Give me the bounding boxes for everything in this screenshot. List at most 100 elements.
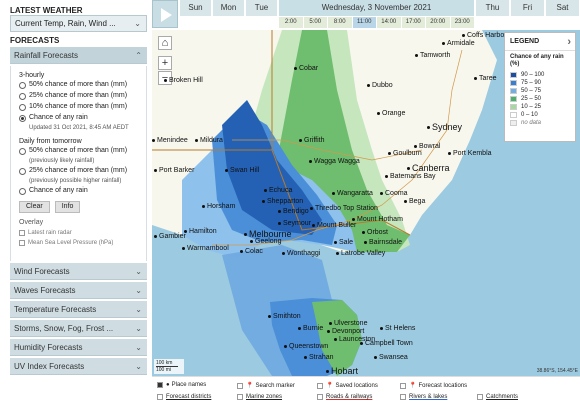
hour-tab[interactable]: 8:00 bbox=[328, 17, 353, 28]
play-button[interactable] bbox=[152, 0, 178, 28]
place-label[interactable]: Smithton bbox=[268, 313, 301, 320]
place-label[interactable]: Wangaratta bbox=[332, 190, 373, 197]
place-label[interactable]: Taree bbox=[474, 75, 497, 82]
place-label[interactable]: Swansea bbox=[374, 354, 408, 361]
place-label-major[interactable]: Hobart bbox=[326, 366, 358, 376]
place-label[interactable]: Mount Hotham bbox=[352, 216, 403, 223]
place-label[interactable]: Bendigo bbox=[278, 208, 309, 215]
wind-forecasts-header[interactable]: Wind Forecasts ⌄ bbox=[10, 263, 147, 280]
hour-tab[interactable]: 20:00 bbox=[426, 17, 451, 28]
checkbox-icon[interactable] bbox=[19, 240, 25, 246]
place-label[interactable]: Orange bbox=[377, 110, 405, 117]
place-label[interactable]: Horsham bbox=[202, 203, 235, 210]
daily-option[interactable]: Chance of any rain bbox=[19, 187, 142, 198]
place-label[interactable]: Wagga Wagga bbox=[309, 158, 360, 165]
checkbox-icon[interactable] bbox=[237, 394, 243, 400]
place-label[interactable]: Campbell Town bbox=[360, 340, 413, 347]
home-button[interactable]: ⌂ bbox=[158, 36, 172, 50]
hour-tab-selected[interactable]: 11:00 bbox=[352, 17, 377, 28]
radio-icon[interactable] bbox=[19, 148, 26, 155]
daily-option[interactable]: 25% chance of more than (mm) bbox=[19, 167, 142, 178]
radio-icon[interactable] bbox=[19, 168, 26, 175]
place-label[interactable]: Menindee bbox=[152, 137, 188, 144]
storms-forecasts-header[interactable]: Storms, Snow, Fog, Frost ... ⌄ bbox=[10, 320, 147, 337]
checkbox-icon[interactable] bbox=[19, 230, 25, 236]
checkbox-icon[interactable] bbox=[317, 382, 323, 389]
place-label[interactable]: Shepparton bbox=[262, 198, 303, 205]
place-label[interactable]: Swan Hill bbox=[225, 167, 259, 174]
place-label-major[interactable]: Canberra bbox=[407, 163, 450, 173]
place-label[interactable]: Goulburn bbox=[388, 150, 422, 157]
radio-icon[interactable] bbox=[19, 82, 26, 89]
place-label[interactable]: Batemans Bay bbox=[385, 173, 436, 180]
place-label[interactable]: Queenstown bbox=[284, 343, 328, 350]
checkbox-icon[interactable] bbox=[400, 394, 406, 400]
place-label[interactable]: Hamilton bbox=[184, 228, 217, 235]
place-label[interactable]: St Helens bbox=[380, 325, 415, 332]
latest-weather-dropdown[interactable]: Current Temp, Rain, Wind ... ⌄ bbox=[10, 15, 147, 32]
toggle-rivers-lakes[interactable]: Rivers & lakes bbox=[400, 394, 447, 400]
place-label[interactable]: Bowral bbox=[414, 143, 440, 150]
uv-index-forecasts-header[interactable]: UV Index Forecasts ⌄ bbox=[10, 358, 147, 375]
three-hourly-option[interactable]: 50% chance of more than (mm) bbox=[19, 81, 142, 92]
toggle-search-marker[interactable]: 📍 Search marker bbox=[237, 382, 295, 389]
toggle-roads-railways[interactable]: Roads & railways bbox=[317, 394, 372, 400]
place-label[interactable]: Cooma bbox=[380, 190, 408, 197]
place-label[interactable]: Broken Hill bbox=[164, 77, 203, 84]
checkbox-checked-icon[interactable] bbox=[157, 382, 163, 388]
chevron-right-icon[interactable]: › bbox=[567, 33, 571, 51]
hour-tab[interactable]: 14:00 bbox=[377, 17, 402, 28]
place-label[interactable]: Orbost bbox=[362, 229, 388, 236]
toggle-saved-locations[interactable]: 📍 Saved locations bbox=[317, 382, 378, 389]
info-button[interactable]: Info bbox=[54, 201, 81, 213]
place-label[interactable]: Wonthaggi bbox=[282, 250, 320, 257]
place-label[interactable]: Colac bbox=[240, 248, 263, 255]
place-label[interactable]: Gambier bbox=[154, 233, 186, 240]
place-label[interactable]: Armidale bbox=[442, 40, 475, 47]
place-label[interactable]: Warrnambool bbox=[182, 245, 229, 252]
toggle-forecast-locations[interactable]: 📍 Forecast locations bbox=[400, 382, 467, 389]
place-label[interactable]: Mildura bbox=[195, 137, 223, 144]
place-label[interactable]: Burnie bbox=[298, 325, 323, 332]
radio-icon[interactable] bbox=[19, 188, 26, 195]
daily-option[interactable]: 50% chance of more than (mm) bbox=[19, 147, 142, 158]
place-label[interactable]: Dubbo bbox=[367, 82, 393, 89]
zoom-in-button[interactable]: + bbox=[158, 56, 172, 70]
place-label[interactable]: Ulverstone bbox=[329, 320, 367, 327]
place-label[interactable]: Sale bbox=[334, 239, 353, 246]
toggle-marine-zones[interactable]: Marine zones bbox=[237, 394, 282, 400]
checkbox-icon[interactable] bbox=[400, 382, 406, 389]
clear-button[interactable]: Clear bbox=[19, 201, 50, 213]
radio-icon[interactable] bbox=[19, 93, 26, 100]
place-label[interactable]: Griffith bbox=[299, 137, 325, 144]
day-tab-sun[interactable]: Sun bbox=[180, 0, 212, 16]
day-tab-sat[interactable]: Sat bbox=[546, 0, 580, 16]
place-label[interactable]: Bega bbox=[404, 198, 425, 205]
place-label[interactable]: Port Barker bbox=[154, 167, 194, 174]
overlay-radar-option[interactable]: Latest rain radar bbox=[19, 228, 142, 238]
day-tab-thu[interactable]: Thu bbox=[476, 0, 510, 16]
overlay-pressure-option[interactable]: Mean Sea Level Pressure (hPa) bbox=[19, 238, 142, 248]
place-label[interactable]: Seymour bbox=[278, 220, 311, 227]
three-hourly-option[interactable]: 10% chance of more than (mm) bbox=[19, 103, 142, 114]
toggle-forecast-districts[interactable]: Forecast districts bbox=[157, 394, 211, 400]
place-label[interactable]: Thredbo Top Station bbox=[310, 205, 378, 212]
place-label[interactable]: Mount Buller bbox=[312, 222, 356, 229]
place-label-major[interactable]: Sydney bbox=[427, 122, 462, 132]
day-tab-fri[interactable]: Fri bbox=[511, 0, 545, 16]
place-label[interactable]: Latrobe Valley bbox=[336, 250, 385, 257]
place-label[interactable]: Geelong bbox=[250, 238, 281, 245]
hour-tab[interactable]: 2:00 bbox=[279, 17, 304, 28]
place-label[interactable]: Echuca bbox=[264, 187, 292, 194]
place-label[interactable]: Tamworth bbox=[415, 52, 450, 59]
place-label[interactable]: Devonport bbox=[327, 328, 364, 335]
temperature-forecasts-header[interactable]: Temperature Forecasts ⌄ bbox=[10, 301, 147, 318]
three-hourly-option-selected[interactable]: Chance of any rain bbox=[19, 114, 142, 125]
toggle-catchments[interactable]: Catchments bbox=[477, 394, 518, 400]
checkbox-icon[interactable] bbox=[237, 382, 243, 389]
place-label[interactable]: Cobar bbox=[294, 65, 318, 72]
hour-tab[interactable]: 17:00 bbox=[401, 17, 426, 28]
hour-tab[interactable]: 23:00 bbox=[450, 17, 475, 28]
day-tab-tue[interactable]: Tue bbox=[246, 0, 278, 16]
humidity-forecasts-header[interactable]: Humidity Forecasts ⌄ bbox=[10, 339, 147, 356]
